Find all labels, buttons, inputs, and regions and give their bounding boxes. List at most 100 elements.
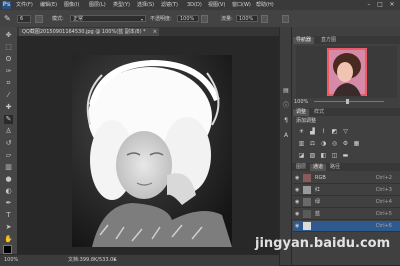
threshold-icon[interactable]: ◧ xyxy=(320,152,327,159)
eyedropper-tool-icon[interactable]: ⁄ xyxy=(4,91,13,100)
mode-select[interactable]: 正常 ▾ xyxy=(70,15,146,22)
brush-size-value: 6 xyxy=(20,16,24,22)
flow-input[interactable]: 100% xyxy=(236,15,258,22)
channel-row[interactable]: ◉ 绿 Ctrl+4 xyxy=(293,197,400,208)
menu-edit[interactable]: 编辑(E) xyxy=(40,2,57,8)
eye-icon[interactable]: ◉ xyxy=(295,175,299,181)
menu-file[interactable]: 文件(F) xyxy=(16,2,33,8)
lasso-tool-icon[interactable]: ʘ xyxy=(4,55,13,64)
options-bar: ✎ 6 模式: 正常 ▾ 不透明度: 100% 流量: 100% xyxy=(0,10,400,28)
properties-panel-icon[interactable]: ⓘ xyxy=(282,102,290,110)
menu-filter[interactable]: 滤镜(T) xyxy=(161,2,178,8)
posterize-icon[interactable]: ▨ xyxy=(309,152,316,159)
maximize-button[interactable]: □ xyxy=(376,1,384,9)
status-menu-arrow-icon[interactable]: ▸ xyxy=(114,257,117,263)
channel-name: 红 xyxy=(315,187,321,193)
tab-styles[interactable]: 样式 xyxy=(311,109,327,116)
brush-panel-toggle-icon[interactable] xyxy=(35,15,43,23)
tab-layers[interactable]: 图层 xyxy=(293,164,309,171)
navigator-zoom-handle[interactable] xyxy=(346,99,349,104)
crop-tool-icon[interactable]: ⌗ xyxy=(4,79,13,88)
exposure-icon[interactable]: ◩ xyxy=(331,128,338,135)
blur-tool-icon[interactable]: ● xyxy=(4,175,13,184)
marquee-tool-icon[interactable]: ⬚ xyxy=(4,43,13,52)
clone-stamp-tool-icon[interactable]: ♙ xyxy=(4,127,13,136)
foreground-color-swatch[interactable] xyxy=(3,245,12,254)
brightness-contrast-icon[interactable]: ☀ xyxy=(298,128,305,135)
quick-selection-tool-icon[interactable]: ✑ xyxy=(4,67,13,76)
levels-icon[interactable]: ▟ xyxy=(309,128,316,135)
pressure-size-icon[interactable] xyxy=(282,15,289,23)
eye-icon[interactable]: ◉ xyxy=(295,187,299,193)
channel-shortcut: Ctrl+5 xyxy=(375,211,392,217)
menu-3d[interactable]: 3D(D) xyxy=(187,2,202,8)
channel-row-selected[interactable]: ◉ Ctrl+6 xyxy=(293,221,400,232)
tab-histogram[interactable]: 直方图 xyxy=(318,37,339,44)
document-info[interactable]: 文档:399.8K/533.0K xyxy=(68,257,117,263)
photo-filter-icon[interactable]: ◎ xyxy=(331,140,338,147)
channel-mixer-icon[interactable]: ⚙ xyxy=(342,140,349,147)
brush-tool-icon[interactable]: ✎ xyxy=(4,115,13,124)
navigator-zoom-slider[interactable] xyxy=(314,101,384,102)
tab-channels[interactable]: 通道 xyxy=(310,164,327,171)
navigator-zoom[interactable]: 100% xyxy=(294,99,308,105)
channel-name: RGB xyxy=(315,175,326,181)
eraser-tool-icon[interactable]: ▱ xyxy=(4,151,13,160)
channel-shortcut: Ctrl+3 xyxy=(375,187,392,193)
zoom-level[interactable]: 100% xyxy=(4,257,18,263)
path-selection-tool-icon[interactable]: ➤ xyxy=(4,223,13,232)
menu-image[interactable]: 图像(I) xyxy=(64,2,79,8)
hand-tool-icon[interactable]: ✋ xyxy=(4,235,13,244)
pressure-opacity-icon[interactable] xyxy=(201,15,208,23)
menu-window[interactable]: 窗口(W) xyxy=(232,2,251,8)
face-shape xyxy=(116,131,172,199)
document-canvas[interactable] xyxy=(72,55,232,247)
menu-select[interactable]: 选择(S) xyxy=(137,2,154,8)
close-tab-icon[interactable]: × xyxy=(153,28,157,36)
document-tab[interactable]: QQ截图20150901164530.jpg @ 100%(蓝 副本/8) * … xyxy=(19,28,159,36)
color-balance-icon[interactable]: ⚖ xyxy=(309,140,316,147)
vibrance-icon[interactable]: ▽ xyxy=(342,128,349,135)
minimize-button[interactable]: – xyxy=(365,1,373,9)
channel-shortcut: Ctrl+4 xyxy=(375,199,392,205)
menu-help[interactable]: 帮助(H) xyxy=(256,2,274,8)
history-panel-icon[interactable]: ▤ xyxy=(282,87,290,95)
invert-icon[interactable]: ◪ xyxy=(298,152,305,159)
menu-type[interactable]: 类型(Y) xyxy=(113,2,130,8)
channel-shortcut: Ctrl+2 xyxy=(375,175,392,181)
channel-row[interactable]: ◉ 红 Ctrl+3 xyxy=(293,185,400,196)
paragraph-panel-icon[interactable]: ¶ xyxy=(282,117,290,125)
menu-view[interactable]: 视图(V) xyxy=(208,2,225,8)
airbrush-icon[interactable] xyxy=(261,15,268,23)
eye-icon[interactable]: ◉ xyxy=(295,223,299,229)
eye-icon[interactable]: ◉ xyxy=(295,199,299,205)
close-button[interactable]: ✕ xyxy=(388,1,396,9)
opacity-input[interactable]: 100% xyxy=(177,15,199,22)
curves-icon[interactable]: ⌇ xyxy=(320,128,327,135)
healing-brush-tool-icon[interactable]: ✚ xyxy=(4,103,13,112)
move-tool-icon[interactable]: ✥ xyxy=(4,31,13,40)
history-brush-tool-icon[interactable]: ↺ xyxy=(4,139,13,148)
tab-paths[interactable]: 路径 xyxy=(327,164,343,171)
pen-tool-icon[interactable]: ✒ xyxy=(4,199,13,208)
type-tool-icon[interactable]: T xyxy=(4,211,13,220)
gradient-map-icon[interactable]: ▬ xyxy=(342,152,349,159)
tab-adjustments[interactable]: 调整 xyxy=(293,109,310,116)
brush-preset-picker[interactable]: 6 xyxy=(17,15,31,23)
selective-color-icon[interactable]: ◫ xyxy=(331,152,338,159)
tab-navigator[interactable]: 导航器 xyxy=(293,37,315,44)
eye-icon[interactable]: ◉ xyxy=(295,211,299,217)
gradient-tool-icon[interactable]: ▥ xyxy=(4,163,13,172)
dodge-tool-icon[interactable]: ◐ xyxy=(4,187,13,196)
channel-row[interactable]: ◉ 蓝 Ctrl+5 xyxy=(293,209,400,220)
adjustments-title: 添加调整 xyxy=(296,118,317,124)
navigator-preview-area[interactable] xyxy=(296,46,397,98)
color-lookup-icon[interactable]: ▦ xyxy=(353,140,360,147)
black-white-icon[interactable]: ◑ xyxy=(320,140,327,147)
brush-tool-icon[interactable]: ✎ xyxy=(4,14,11,23)
channel-row[interactable]: ◉ RGB Ctrl+2 xyxy=(293,173,400,184)
channel-thumbnail xyxy=(303,198,311,206)
menu-layer[interactable]: 图层(L) xyxy=(89,2,106,8)
hue-saturation-icon[interactable]: ▥ xyxy=(298,140,305,147)
character-panel-icon[interactable]: A xyxy=(282,132,290,140)
